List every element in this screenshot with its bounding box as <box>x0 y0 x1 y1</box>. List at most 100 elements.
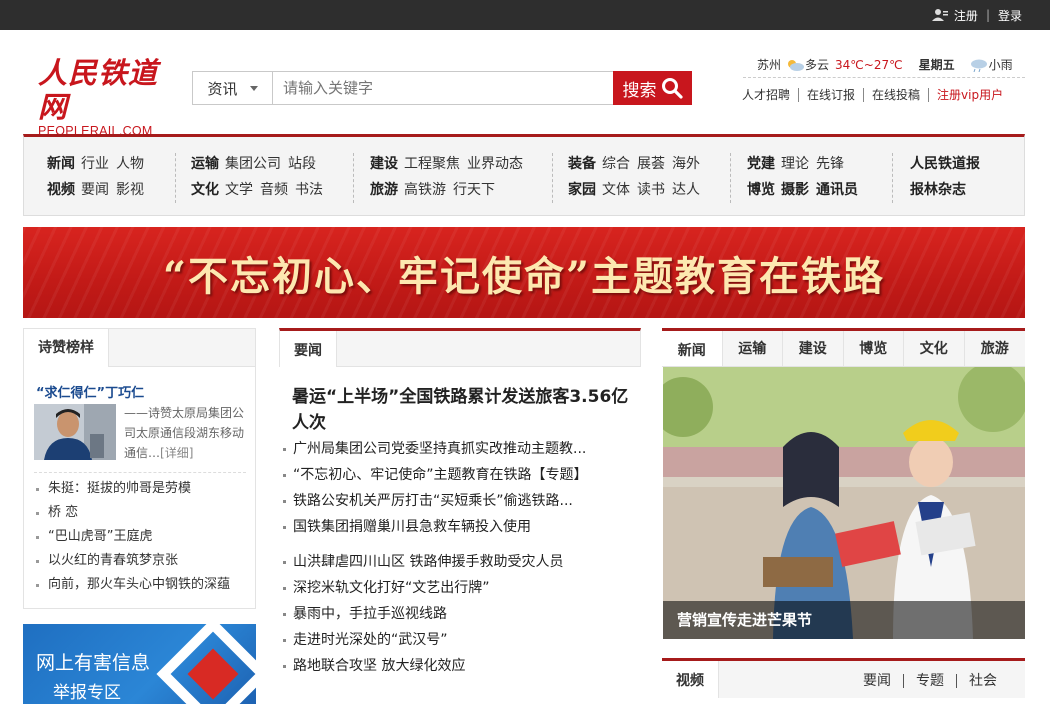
tab-role-models[interactable]: 诗赞榜样 <box>24 329 109 367</box>
nav-travel[interactable]: 旅游 <box>370 182 398 198</box>
submit-link[interactable]: 在线投稿 <box>863 88 928 102</box>
nav-video[interactable]: 视频 <box>47 182 75 198</box>
tab-culture[interactable]: 文化 <box>904 331 965 366</box>
account-links: 注册 | 登录 <box>931 0 1022 30</box>
nav-audio[interactable]: 音频 <box>260 182 288 198</box>
news-item[interactable]: 山洪肆虐四川山区 铁路伸援手救助受灾人员 <box>280 549 642 575</box>
list-item[interactable]: 桥 恋 <box>34 501 246 525</box>
nav-industry[interactable]: 行业 <box>81 156 109 172</box>
nav-group-company[interactable]: 集团公司 <box>225 156 281 172</box>
news-item[interactable]: 铁路公安机关严厉打击“买短乘长”偷逃铁路... <box>280 488 642 514</box>
video-sub-headlines[interactable]: 要闻 <box>851 674 903 688</box>
weather-day: 星期五 <box>918 58 955 72</box>
nav-news[interactable]: 新闻 <box>47 156 75 172</box>
nav-culture[interactable]: 文化 <box>191 182 219 198</box>
mango-festival-image <box>663 367 1025 639</box>
nav-project-focus[interactable]: 工程聚焦 <box>404 156 460 172</box>
role-model-list: 朱挺：挺拔的帅哥是劳模 桥 恋 “巴山虎哥”王庭虎 以火红的青春筑梦京张 向前，… <box>34 472 246 597</box>
nav-high-speed-travel[interactable]: 高铁游 <box>404 182 446 198</box>
news-item[interactable]: 深挖米轨文化打好“文艺出行牌” <box>280 575 642 601</box>
site-logo[interactable]: 人民铁道网 PEOPLERAIL.COM <box>38 56 163 138</box>
nav-film[interactable]: 影视 <box>116 182 144 198</box>
nav-construction[interactable]: 建设 <box>370 156 398 172</box>
report-line2: 举报专区 <box>53 683 121 703</box>
tab-construction[interactable]: 建设 <box>783 331 844 366</box>
nav-peoplerail-paper[interactable]: 人民铁道报 <box>910 156 980 172</box>
nav-party[interactable]: 党建 <box>747 156 775 172</box>
nav-reading[interactable]: 读书 <box>637 182 665 198</box>
nav-home[interactable]: 家园 <box>568 182 596 198</box>
featured-photo[interactable]: 营销宣传走进芒果节 <box>663 367 1025 639</box>
feature-title[interactable]: “求仁得仁”丁巧仁 <box>36 382 144 401</box>
nav-people[interactable]: 人物 <box>116 156 144 172</box>
nav-general[interactable]: 综合 <box>602 156 630 172</box>
nav-calligraphy[interactable]: 书法 <box>295 182 323 198</box>
subscribe-link[interactable]: 在线订报 <box>798 88 863 102</box>
tab-expo[interactable]: 博览 <box>844 331 904 366</box>
news-item[interactable]: 国铁集团捐赠巢川县急救车辆投入使用 <box>280 514 642 540</box>
feature-photo[interactable] <box>34 404 116 460</box>
nav-literature[interactable]: 文学 <box>225 182 253 198</box>
nav-group-construction: 建设 工程聚焦 业界动态 旅游 高铁游 行天下 <box>370 151 530 203</box>
vip-register-link[interactable]: 注册vip用户 <box>928 88 1011 102</box>
tab-video[interactable]: 视频 <box>662 661 719 698</box>
nav-exhibition[interactable]: 展荟 <box>637 156 665 172</box>
list-item[interactable]: 向前，那火车头心中钢铁的深蕴 <box>34 573 246 597</box>
report-harmful-info-banner[interactable]: 网上有害信息 举报专区 <box>23 624 256 704</box>
list-item[interactable]: “巴山虎哥”王庭虎 <box>34 525 246 549</box>
nav-group-party: 党建 理论 先锋 博览 摄影 通讯员 <box>747 151 865 203</box>
top-headline[interactable]: 暑运“上半场”全国铁路累计发送旅客3.56亿人次 <box>292 384 642 436</box>
tab-news[interactable]: 新闻 <box>662 331 723 366</box>
login-link[interactable]: 登录 <box>998 7 1022 24</box>
nav-group-transport: 运输 集团公司 站段 文化 文学 音频 书法 <box>191 151 330 203</box>
portrait-image <box>34 404 116 460</box>
theme-banner[interactable]: “不忘初心、牢记使命”主题教育在铁路 <box>23 227 1025 318</box>
tab-transport[interactable]: 运输 <box>723 331 783 366</box>
search-button[interactable]: 搜索 <box>613 71 692 105</box>
news-item[interactable]: 路地联合攻坚 放大绿化效应 <box>280 653 642 679</box>
nav-photography[interactable]: 摄影 <box>781 182 809 198</box>
search-input[interactable] <box>273 72 613 104</box>
news-item[interactable]: 广州局集团公司党委坚持真抓实改推动主题教... <box>280 436 642 462</box>
search-icon <box>661 78 683 99</box>
video-sub-topics[interactable]: 专题 <box>903 674 956 688</box>
feature-description: ——诗赞太原局集团公司太原通信段湖东移动通信…[详细] <box>124 403 249 463</box>
recruit-link[interactable]: 人才招聘 <box>742 88 798 102</box>
weather-condition-text: 多云 <box>805 58 830 72</box>
search-button-label: 搜索 <box>622 80 657 101</box>
register-link[interactable]: 注册 <box>954 7 978 24</box>
nav-correspondent[interactable]: 通讯员 <box>816 182 858 198</box>
nav-sports[interactable]: 文体 <box>602 182 630 198</box>
news-list-primary: 广州局集团公司党委坚持真抓实改推动主题教... “不忘初心、牢记使命”主题教育在… <box>280 436 642 540</box>
nav-industry-news[interactable]: 业界动态 <box>467 156 523 172</box>
photo-caption: 营销宣传走进芒果节 <box>663 601 1025 639</box>
report-line1: 网上有害信息 <box>36 652 151 674</box>
nav-group-publications: 人民铁道报 报林杂志 <box>910 151 986 203</box>
nav-transport[interactable]: 运输 <box>191 156 219 172</box>
news-item[interactable]: “不忘初心、牢记使命”主题教育在铁路【专题】 <box>280 462 642 488</box>
nav-experts[interactable]: 达人 <box>672 182 700 198</box>
video-header: 视频 要闻 专题 社会 <box>662 658 1025 698</box>
nav-overseas[interactable]: 海外 <box>672 156 700 172</box>
tab-headlines[interactable]: 要闻 <box>280 331 337 367</box>
nav-divider <box>552 153 553 203</box>
nav-group-equipment: 装备 综合 展荟 海外 家园 文体 读书 达人 <box>568 151 707 203</box>
list-item[interactable]: 以火红的青春筑梦京张 <box>34 549 246 573</box>
list-item[interactable]: 朱挺：挺拔的帅哥是劳模 <box>34 477 246 501</box>
search-category-select[interactable]: 资讯 <box>193 72 273 104</box>
video-sub-society[interactable]: 社会 <box>956 674 1009 688</box>
nav-expo[interactable]: 博览 <box>747 182 775 198</box>
feature-more-link[interactable]: [详细] <box>160 446 193 460</box>
nav-headlines[interactable]: 要闻 <box>81 182 109 198</box>
nav-world-travel[interactable]: 行天下 <box>453 182 495 198</box>
news-item[interactable]: 暴雨中，手拉手巡视线路 <box>280 601 642 627</box>
nav-pioneer[interactable]: 先锋 <box>816 156 844 172</box>
nav-group-news: 新闻 行业 人物 视频 要闻 影视 <box>47 151 151 203</box>
user-icon <box>931 9 948 21</box>
tab-travel[interactable]: 旅游 <box>965 331 1026 366</box>
nav-station[interactable]: 站段 <box>288 156 316 172</box>
news-item[interactable]: 走进时光深处的“武汉号” <box>280 627 642 653</box>
nav-equipment[interactable]: 装备 <box>568 156 596 172</box>
nav-magazines[interactable]: 报林杂志 <box>910 182 966 198</box>
nav-theory[interactable]: 理论 <box>781 156 809 172</box>
